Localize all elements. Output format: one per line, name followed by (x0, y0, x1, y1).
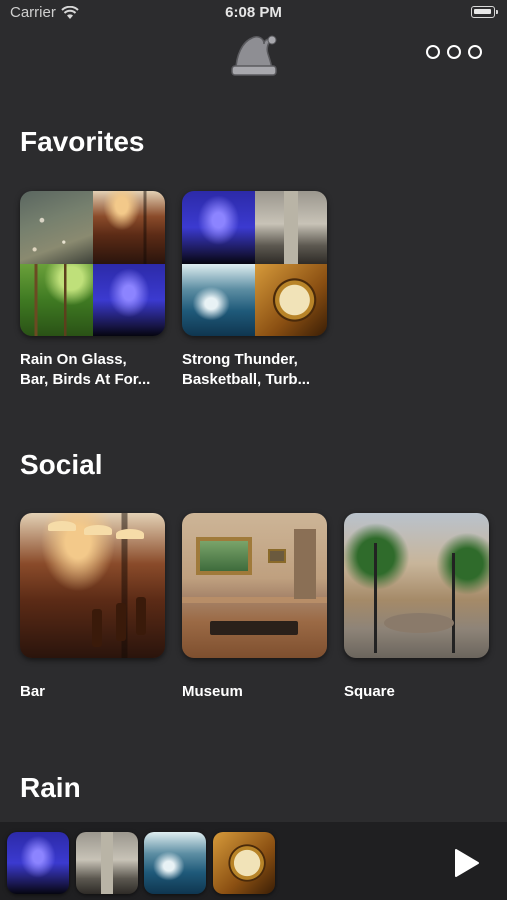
playing-thumbnail-thunder[interactable] (7, 832, 69, 894)
favorite-label-line1: Rain On Glass, (20, 351, 127, 368)
painting-shape (196, 537, 252, 575)
lamppost-shape (374, 543, 377, 653)
more-dot (426, 45, 440, 59)
now-playing-bar (0, 822, 507, 900)
favorite-mix-label: Rain On Glass, Bar, Birds At For... (20, 350, 165, 390)
sleep-cap-icon (231, 35, 277, 76)
section-title-favorites: Favorites (20, 126, 145, 157)
bench-shape (210, 621, 298, 635)
sound-label-museum: Museum (182, 683, 243, 700)
rain-on-glass-thumbnail (20, 191, 93, 264)
status-time: 6:08 PM (225, 4, 282, 21)
favorite-label-line2: Basketball, Turb... (182, 371, 311, 388)
favorite-mix-tile[interactable] (20, 191, 165, 336)
section-title-rain: Rain (20, 772, 81, 803)
fountain-shape (384, 613, 454, 633)
strong-thunder-thumbnail (182, 191, 255, 264)
painting-shape (268, 549, 286, 563)
stool-shape (136, 597, 146, 635)
lamppost-shape (452, 553, 455, 653)
lamp-shape (116, 529, 144, 539)
lamp-shape (48, 521, 76, 531)
playing-thumbnail-waves[interactable] (144, 832, 206, 894)
clock-thumbnail (254, 263, 327, 336)
battery-icon (471, 6, 498, 18)
favorite-label-line1: Strong Thunder, (182, 351, 298, 368)
sound-tile-bar[interactable] (20, 513, 165, 658)
sound-tile-museum[interactable] (182, 513, 327, 658)
sound-label-bar: Bar (20, 683, 46, 700)
section-title-social: Social (20, 449, 103, 480)
play-icon[interactable] (448, 846, 482, 880)
more-dot (468, 45, 482, 59)
favorite-mix-tile[interactable] (182, 191, 327, 336)
lightning-thumbnail (92, 263, 165, 336)
stool-shape (92, 609, 102, 647)
basketball-thumbnail (254, 191, 327, 264)
turbulent-waves-thumbnail (182, 263, 255, 336)
more-dot (447, 45, 461, 59)
sound-label-square: Square (344, 683, 395, 700)
more-options-button[interactable] (426, 40, 482, 64)
doorway-shape (294, 529, 316, 599)
stool-shape (116, 603, 126, 641)
favorite-label-line2: Bar, Birds At For... (20, 371, 151, 388)
favorite-mix-label: Strong Thunder, Basketball, Turb... (182, 350, 327, 390)
playing-thumbnail-basketball[interactable] (76, 832, 138, 894)
playing-thumbnail-clock[interactable] (213, 832, 275, 894)
birds-forest-thumbnail (20, 263, 93, 336)
status-bar: Carrier 6:08 PM (0, 0, 507, 26)
bar-thumbnail (92, 191, 165, 264)
lamp-shape (84, 525, 112, 535)
sound-tile-square[interactable] (344, 513, 489, 658)
